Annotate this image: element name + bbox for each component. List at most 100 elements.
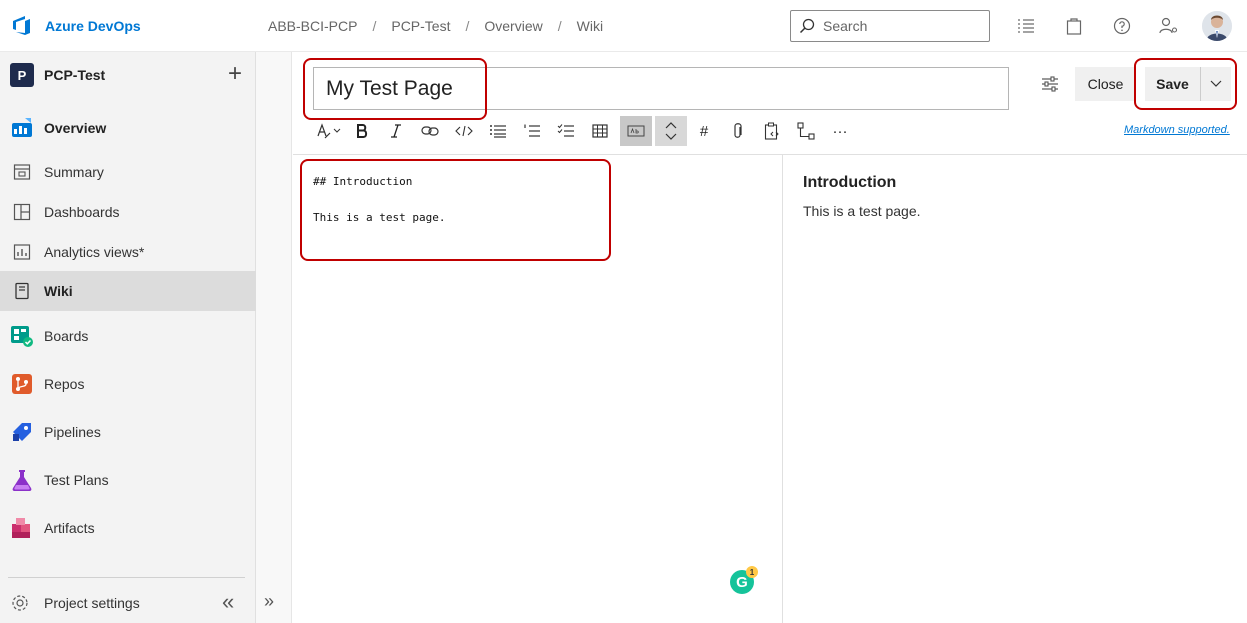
- bulleted-list-button[interactable]: [481, 116, 515, 146]
- spell-check-icon: [627, 125, 645, 137]
- help-icon[interactable]: [1112, 16, 1132, 36]
- link-icon: [421, 126, 439, 136]
- bulleted-list-icon: [490, 125, 506, 138]
- boards-icon: [10, 324, 34, 348]
- task-list-button[interactable]: [549, 116, 583, 146]
- sidebar-item-pipelines[interactable]: Pipelines: [0, 412, 256, 452]
- content-highlight: [300, 159, 611, 261]
- sidebar-item-label: Artifacts: [44, 520, 95, 536]
- preview-paragraph: This is a test page.: [803, 203, 921, 219]
- table-button[interactable]: [583, 116, 617, 146]
- table-icon: [592, 124, 608, 138]
- project-settings-label: Project settings: [44, 595, 140, 611]
- breadcrumb-org[interactable]: ABB-BCI-PCP: [268, 18, 357, 34]
- task-list-icon: [557, 124, 574, 137]
- sidebar-item-overview[interactable]: Overview: [0, 108, 256, 148]
- sidebar-item-repos[interactable]: Repos: [0, 364, 256, 404]
- sidebar-item-label: Test Plans: [44, 472, 109, 488]
- paste-html-button[interactable]: [755, 116, 789, 146]
- italic-button[interactable]: [379, 116, 413, 146]
- save-highlight: [1134, 58, 1237, 110]
- pipelines-icon: [10, 420, 34, 444]
- bold-button[interactable]: [345, 116, 379, 146]
- collapse-sidebar-button[interactable]: «: [222, 591, 234, 613]
- code-button[interactable]: [447, 116, 481, 146]
- dashboards-icon: [10, 200, 34, 224]
- sidebar-item-analytics-views[interactable]: Analytics views*: [0, 232, 256, 272]
- bold-icon: [357, 124, 368, 138]
- search-input[interactable]: Search: [790, 10, 990, 42]
- user-avatar[interactable]: [1202, 11, 1232, 41]
- left-navigation: P PCP-Test + Overview Summary Dashboards…: [0, 52, 256, 623]
- header-format-button[interactable]: [313, 116, 345, 146]
- sidebar-item-label: Repos: [44, 376, 85, 392]
- project-header[interactable]: P PCP-Test +: [10, 62, 246, 88]
- sidebar-item-label: Summary: [44, 164, 104, 180]
- artifacts-icon: [10, 516, 34, 540]
- analytics-icon: [10, 240, 34, 264]
- azure-devops-logo-icon: [13, 16, 30, 35]
- gear-icon: [10, 593, 30, 613]
- text-style-icon: [317, 123, 341, 139]
- user-settings-icon[interactable]: [1159, 16, 1179, 36]
- breadcrumb-wiki[interactable]: Wiki: [577, 18, 603, 34]
- project-name: PCP-Test: [44, 67, 106, 83]
- profile-photo-icon: [1202, 11, 1232, 41]
- numbered-list-icon: [524, 124, 540, 137]
- pane-divider: [782, 155, 783, 623]
- sidebar-item-label: Dashboards: [44, 204, 120, 220]
- breadcrumb-separator: /: [372, 18, 377, 34]
- sidebar-item-label: Analytics views*: [44, 244, 145, 260]
- clipboard-code-icon: [764, 122, 779, 140]
- sidebar-item-label: Pipelines: [44, 424, 101, 440]
- breadcrumb-overview[interactable]: Overview: [484, 18, 542, 34]
- spell-check-toggle[interactable]: [620, 116, 652, 146]
- marketplace-bag-icon[interactable]: [1064, 16, 1084, 36]
- markdown-toolbar: # ···: [313, 116, 857, 146]
- breadcrumb-project[interactable]: PCP-Test: [391, 18, 450, 34]
- sidebar-item-dashboards[interactable]: Dashboards: [0, 192, 256, 232]
- editor-divider: [293, 154, 1247, 155]
- project-badge: P: [10, 63, 34, 87]
- close-button[interactable]: Close: [1075, 67, 1136, 101]
- add-new-button[interactable]: +: [228, 62, 242, 86]
- sidebar-item-label: Wiki: [44, 283, 73, 299]
- repos-icon: [10, 372, 34, 396]
- search-placeholder: Search: [823, 18, 868, 34]
- summary-icon: [10, 160, 34, 184]
- sidebar-item-label: Overview: [44, 120, 107, 136]
- overview-icon: [10, 116, 34, 140]
- sidebar-item-artifacts[interactable]: Artifacts: [0, 508, 256, 548]
- attach-button[interactable]: [721, 116, 755, 146]
- sidebar-item-summary[interactable]: Summary: [0, 152, 256, 192]
- sync-scroll-icon: [665, 122, 677, 140]
- preview-heading: Introduction: [803, 174, 897, 191]
- top-header: Azure DevOps ABB-BCI-PCP / PCP-Test / Ov…: [0, 0, 1247, 52]
- search-icon: [799, 18, 815, 34]
- grammarly-count-badge: 1: [746, 566, 758, 578]
- brand-name: Azure DevOps: [45, 18, 141, 34]
- sidebar-item-boards[interactable]: Boards: [0, 316, 256, 356]
- sidebar-item-test-plans[interactable]: Test Plans: [0, 460, 256, 500]
- title-highlight: [303, 58, 487, 120]
- test-plans-icon: [10, 468, 34, 492]
- editor-settings-icon[interactable]: [1038, 72, 1062, 96]
- project-settings-link[interactable]: Project settings: [0, 588, 256, 618]
- expand-tree-button[interactable]: »: [264, 591, 274, 612]
- wiki-icon: [10, 279, 34, 303]
- sidebar-item-label: Boards: [44, 328, 89, 344]
- link-button[interactable]: [413, 116, 447, 146]
- italic-icon: [391, 124, 401, 138]
- more-options-button[interactable]: ···: [823, 116, 857, 146]
- markdown-supported-link[interactable]: Markdown supported.: [1124, 124, 1230, 136]
- sidebar-item-wiki[interactable]: Wiki: [0, 271, 256, 311]
- numbered-list-button[interactable]: [515, 116, 549, 146]
- breadcrumb-separator: /: [557, 18, 562, 34]
- sync-scroll-toggle[interactable]: [655, 116, 687, 146]
- azure-devops-home[interactable]: Azure DevOps: [10, 14, 141, 38]
- mermaid-diagram-button[interactable]: [789, 116, 823, 146]
- paperclip-icon: [734, 123, 742, 138]
- work-items-icon[interactable]: [1016, 16, 1036, 36]
- breadcrumb-separator: /: [465, 18, 470, 34]
- heading-hash-button[interactable]: #: [687, 116, 721, 146]
